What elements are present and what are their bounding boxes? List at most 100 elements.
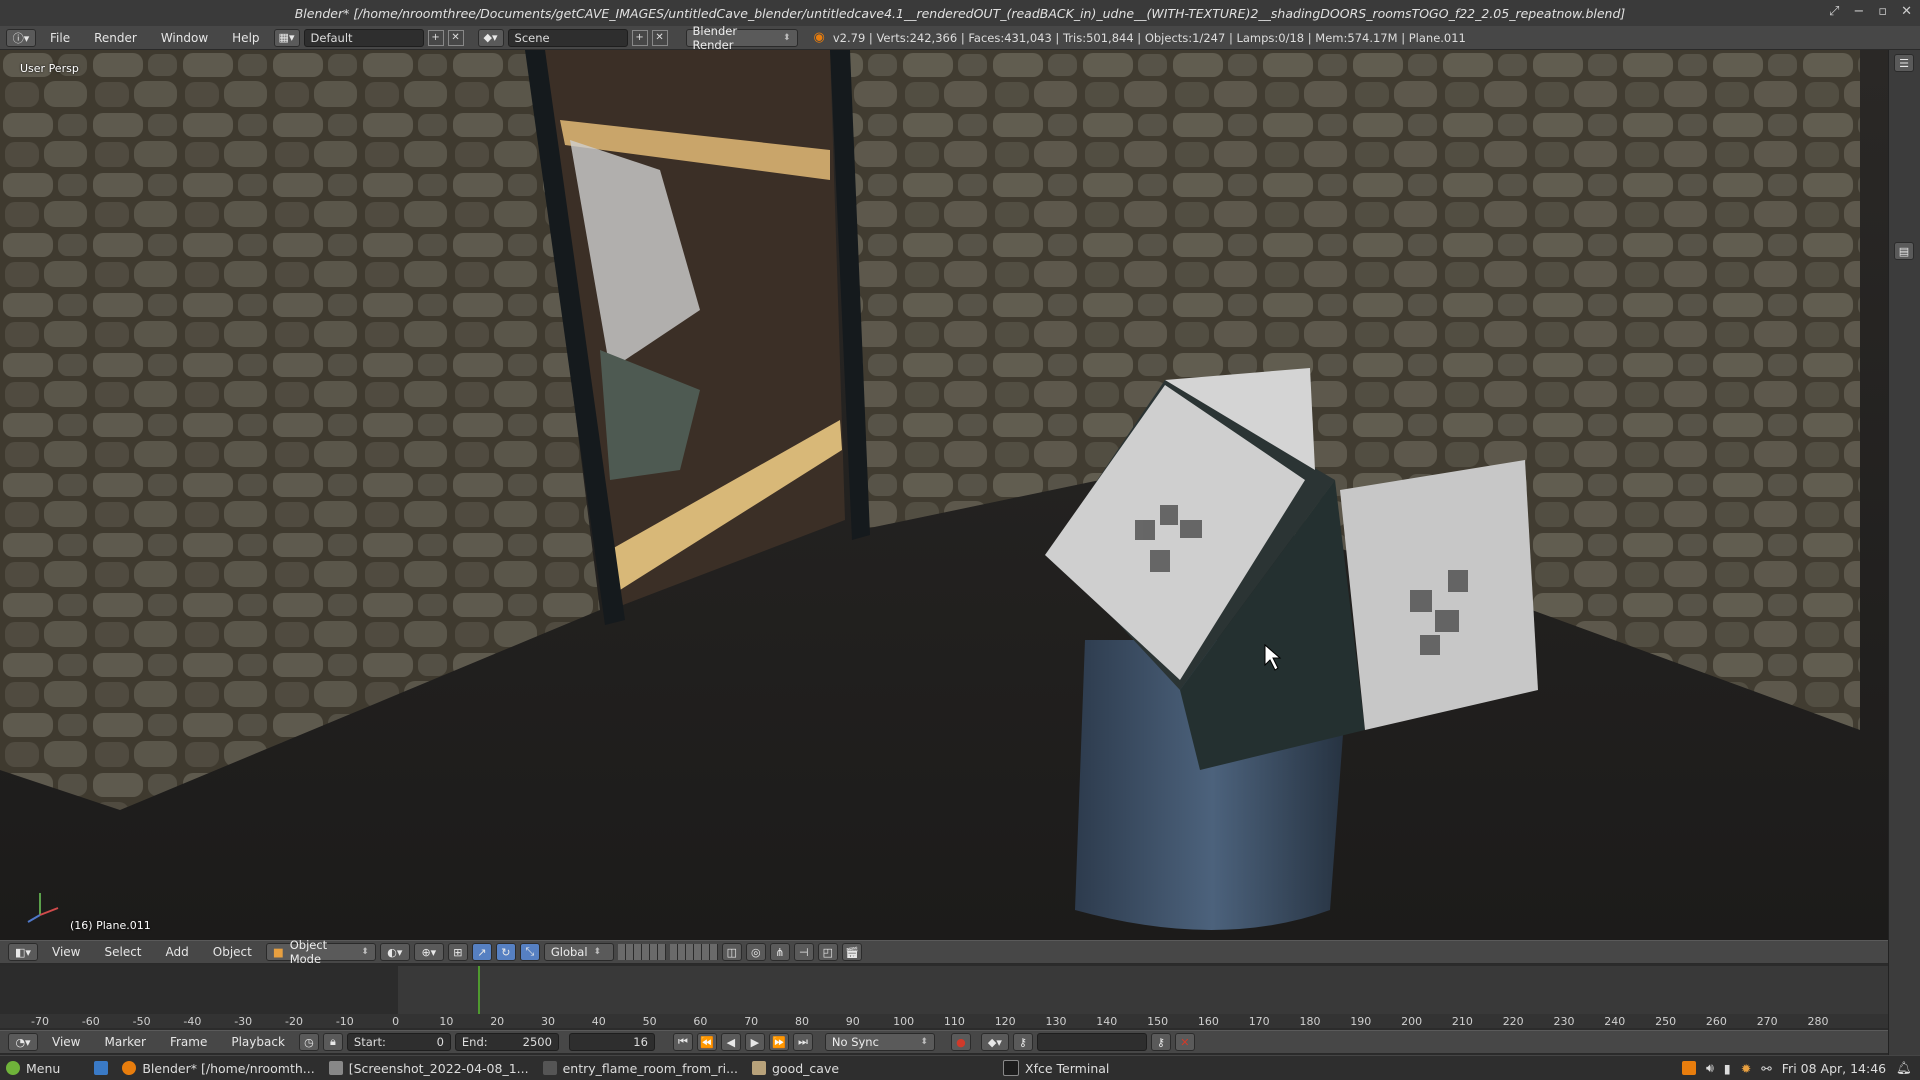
pivot-icon[interactable]: ⊕▾	[413, 943, 444, 961]
lock-camera-icon[interactable]: ◫	[721, 943, 742, 961]
mode-dropdown[interactable]: ■ Object Mode ⬍	[265, 938, 376, 966]
delete-keyframe-icon[interactable]: ✕	[1174, 1033, 1195, 1051]
window-title: Blender* [/home/nroomthree/Documents/get…	[294, 5, 1626, 21]
restore-icon[interactable]: ▫	[1878, 4, 1887, 19]
layout-name-field[interactable]: Default	[303, 28, 424, 47]
maximize-icon[interactable]: ⤢	[1829, 4, 1839, 19]
keying-key-icon[interactable]: ⚷	[1012, 1033, 1033, 1051]
play-reverse-icon[interactable]: ◀	[720, 1033, 741, 1051]
timeline-tick-label: 200	[1401, 1015, 1423, 1028]
jump-keyframe-forward-icon[interactable]: ⏩	[768, 1033, 789, 1051]
layer-buttons-2[interactable]	[669, 944, 718, 960]
right-editor-strip[interactable]: ☰ ▤	[1888, 50, 1920, 1055]
blender-tray-icon[interactable]	[1682, 1061, 1697, 1075]
translate-icon[interactable]: ↗	[471, 943, 492, 961]
jump-start-icon[interactable]: ⏮	[672, 1033, 693, 1051]
render-engine-dropdown[interactable]: Blender Render ⬍	[685, 24, 798, 52]
3d-viewport[interactable]: User Persp (16) Plane.011	[0, 50, 1888, 940]
menu-frame[interactable]: Frame	[160, 1035, 217, 1049]
keying-set-field[interactable]	[1036, 1033, 1147, 1051]
timeline-tick-label: 150	[1147, 1015, 1169, 1028]
menu-object[interactable]: Object	[203, 945, 262, 959]
sync-dropdown[interactable]: No Sync ⬍	[824, 1033, 935, 1051]
orientation-dropdown[interactable]: Global ⬍	[543, 943, 614, 961]
properties-editor-icon[interactable]: ☰	[1894, 54, 1914, 72]
lock-range-icon[interactable]: 🔒︎	[322, 1033, 343, 1051]
add-scene-icon[interactable]: +	[631, 29, 648, 46]
scene-icon[interactable]: ◆▾	[477, 28, 504, 47]
menu-add[interactable]: Add	[156, 945, 199, 959]
proportional-edit-icon[interactable]: ◎	[745, 943, 766, 961]
start-frame-field[interactable]: Start: 0	[346, 1033, 451, 1051]
rotate-icon[interactable]: ↻	[495, 943, 516, 961]
menu-window[interactable]: Window	[151, 31, 218, 45]
timeline-tick-label: 130	[1045, 1015, 1067, 1028]
menu-timeline-view[interactable]: View	[42, 1035, 90, 1049]
insert-keyframe-icon[interactable]: ⚷	[1150, 1033, 1171, 1051]
remove-layout-icon[interactable]: ✕	[447, 29, 464, 46]
mode-icon: ■	[272, 945, 284, 959]
timeline-tick-label: -30	[234, 1015, 253, 1028]
jump-end-icon[interactable]: ⏭	[792, 1033, 813, 1051]
menu-view[interactable]: View	[42, 945, 90, 959]
mode-label: Object Mode	[289, 938, 328, 966]
manipulator-icon[interactable]: ⊞	[447, 943, 468, 961]
network-icon[interactable]: ⚯	[1761, 1061, 1771, 1076]
task-terminal[interactable]: Xfce Terminal	[1003, 1060, 1109, 1076]
show-desktop-icon[interactable]	[94, 1061, 109, 1075]
scene-name-field[interactable]: Scene	[507, 28, 628, 47]
menu-playback[interactable]: Playback	[221, 1035, 295, 1049]
add-layout-icon[interactable]: +	[427, 29, 444, 46]
keying-set-icon[interactable]: ◆▾	[980, 1033, 1009, 1051]
close-icon[interactable]: ✕	[1901, 4, 1912, 19]
info-editor-icon[interactable]: ⓘ▾	[6, 28, 36, 47]
outliner-toggle-icon[interactable]: ▤	[1894, 242, 1914, 260]
notification-bell-icon[interactable]: 🔔︎	[1896, 1060, 1912, 1076]
timeline-ruler[interactable]: -70 -60 -50 -40 -30 -20 -10 0 10 20 30 40 50 60 70 80 90…	[0, 1014, 1888, 1028]
scale-icon[interactable]: ⤡	[519, 943, 540, 961]
task-screenshot[interactable]: [Screenshot_2022-04-08_1...	[328, 1060, 529, 1076]
jump-keyframe-back-icon[interactable]: ⏪	[696, 1033, 717, 1051]
render-animation-icon[interactable]: 🎬︎	[841, 943, 862, 961]
volume-icon[interactable]: 🔊︎	[1706, 1060, 1714, 1076]
battery-icon[interactable]: ▮	[1724, 1061, 1731, 1076]
task-label: good_cave	[772, 1060, 840, 1076]
snap-icon[interactable]: ⋔	[769, 943, 790, 961]
opengl-render-icon[interactable]: ◰	[817, 943, 838, 961]
timeline-area[interactable]: -70 -60 -50 -40 -30 -20 -10 0 10 20 30 40 50 60 70 80 90…	[0, 966, 1888, 1028]
timeline-tick-label: 240	[1604, 1015, 1626, 1028]
active-object-label: (16) Plane.011	[70, 919, 151, 932]
dropdown-arrow-icon: ⬍	[361, 947, 369, 957]
shading-icon[interactable]: ◐▾	[379, 943, 410, 961]
preview-range-icon[interactable]: ◷	[298, 1033, 319, 1051]
menu-render[interactable]: Render	[84, 31, 147, 45]
timeline-playhead[interactable]	[478, 966, 480, 1014]
menu-select[interactable]: Select	[94, 945, 151, 959]
task-label: [Screenshot_2022-04-08_1...	[348, 1060, 529, 1076]
menu-help[interactable]: Help	[222, 31, 269, 45]
snap-target-icon[interactable]: ⊣	[793, 943, 814, 961]
update-icon[interactable]: ✹	[1741, 1061, 1751, 1076]
timeline-editor-type-icon[interactable]: ◔▾	[8, 1033, 38, 1051]
minimize-icon[interactable]: −	[1853, 4, 1864, 19]
record-icon[interactable]: ●	[950, 1033, 971, 1051]
blender-app-icon	[122, 1061, 137, 1075]
end-frame-field[interactable]: End: 2500	[454, 1033, 559, 1051]
editor-type-icon[interactable]: ◧▾	[8, 943, 38, 961]
timeline-out-of-range	[0, 966, 398, 1014]
play-icon[interactable]: ▶	[744, 1033, 765, 1051]
window-titlebar[interactable]: Blender* [/home/nroomthree/Documents/get…	[0, 0, 1920, 27]
clock[interactable]: Fri 08 Apr, 14:46	[1782, 1061, 1886, 1076]
screen-layout-icon[interactable]: ▦▾	[273, 28, 300, 47]
layer-buttons[interactable]	[617, 944, 666, 960]
task-blender[interactable]: Blender* [/home/nroomth...	[122, 1061, 315, 1076]
task-folder[interactable]: good_cave	[752, 1061, 839, 1076]
start-menu-button[interactable]: Menu	[6, 1061, 60, 1076]
menu-marker[interactable]: Marker	[94, 1035, 155, 1049]
menu-file[interactable]: File	[40, 31, 80, 45]
current-frame-field[interactable]: 16	[568, 1033, 655, 1051]
task-image[interactable]: entry_flame_room_from_ri...	[542, 1061, 738, 1076]
timeline-tick-label: 110	[943, 1015, 965, 1028]
timeline-tick-label: -50	[132, 1015, 151, 1028]
remove-scene-icon[interactable]: ✕	[651, 29, 668, 46]
